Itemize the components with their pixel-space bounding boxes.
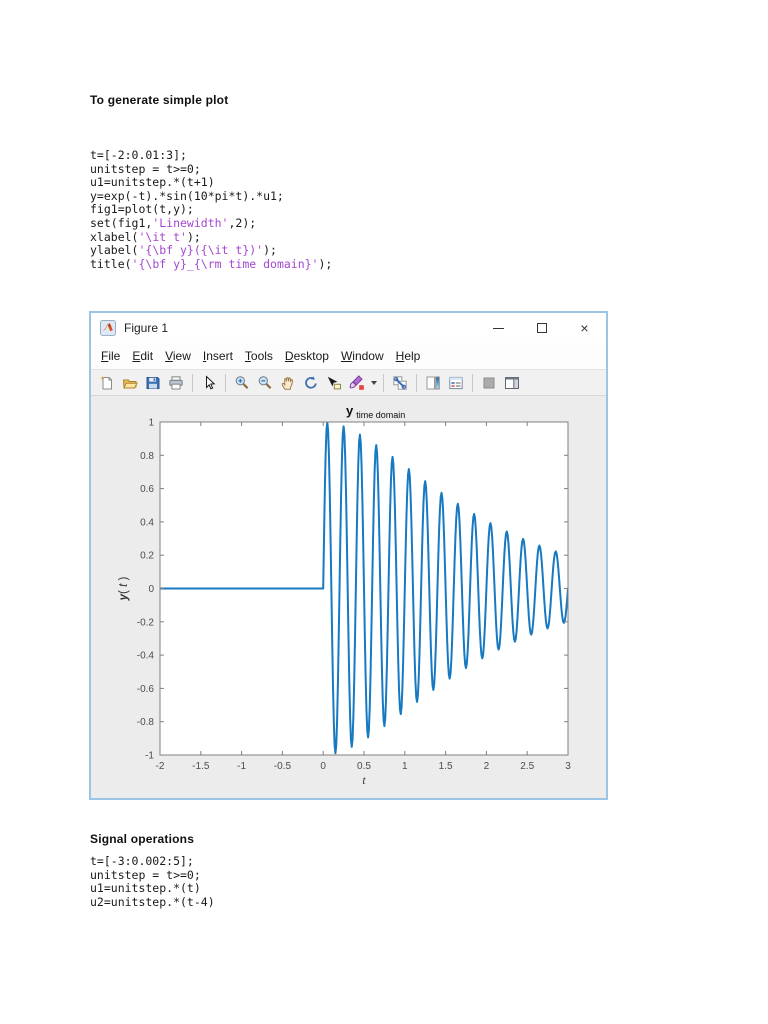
minimize-button[interactable] bbox=[477, 313, 520, 343]
menu-bar: FileEditViewInsertToolsDesktopWindowHelp bbox=[91, 343, 606, 369]
data-cursor-icon bbox=[326, 375, 342, 391]
menu-item-insert[interactable]: Insert bbox=[197, 349, 239, 363]
brush-dropdown-caret[interactable] bbox=[371, 381, 377, 385]
data-cursor-button[interactable] bbox=[324, 372, 344, 393]
svg-text:-2: -2 bbox=[156, 761, 165, 772]
maximize-button[interactable] bbox=[520, 313, 563, 343]
svg-text:0: 0 bbox=[320, 761, 326, 772]
show-plot-tools-dock-button[interactable] bbox=[502, 372, 522, 393]
toolbar-separator bbox=[383, 374, 384, 392]
svg-text:0.6: 0.6 bbox=[140, 484, 154, 495]
svg-text:2: 2 bbox=[484, 761, 490, 772]
figure-window: Figure 1 × FileEditViewInsertToolsDeskto… bbox=[89, 311, 608, 800]
show-plot-tools-dock-icon bbox=[504, 375, 520, 391]
brush-data-icon bbox=[349, 375, 365, 391]
menu-item-window[interactable]: Window bbox=[335, 349, 390, 363]
pan-icon bbox=[280, 375, 296, 391]
toolbar-separator bbox=[472, 374, 473, 392]
svg-text:3: 3 bbox=[565, 761, 571, 772]
edit-plot-icon bbox=[201, 375, 217, 391]
section2-heading: Signal operations bbox=[90, 832, 194, 846]
svg-text:-1: -1 bbox=[237, 761, 246, 772]
menu-item-view[interactable]: View bbox=[159, 349, 197, 363]
toolbar-separator bbox=[416, 374, 417, 392]
maximize-icon bbox=[537, 323, 547, 333]
svg-text:-1: -1 bbox=[145, 751, 154, 762]
window-controls: × bbox=[477, 313, 606, 343]
svg-text:-0.6: -0.6 bbox=[137, 684, 155, 695]
zoom-out-icon bbox=[257, 375, 273, 391]
svg-text:1: 1 bbox=[402, 761, 408, 772]
figure-canvas: -2 -1.5 -1 -0.5 0 0.5 1 1.5 2 2.5 3 -1 -0.8 -0.6 -0.4 -… bbox=[91, 396, 606, 798]
rotate-3d-button[interactable] bbox=[301, 372, 321, 393]
figure-titlebar: Figure 1 × bbox=[91, 313, 606, 343]
toolbar-separator bbox=[225, 374, 226, 392]
open-file-button[interactable] bbox=[120, 372, 140, 393]
svg-text:0.2: 0.2 bbox=[140, 551, 154, 562]
svg-text:1: 1 bbox=[148, 418, 154, 429]
toolbar bbox=[91, 369, 606, 396]
zoom-in-button[interactable] bbox=[232, 372, 252, 393]
figure-window-title: Figure 1 bbox=[124, 321, 477, 335]
save-figure-button[interactable] bbox=[143, 372, 163, 393]
minimize-icon bbox=[493, 328, 504, 329]
svg-text:0: 0 bbox=[148, 584, 154, 595]
menu-item-help[interactable]: Help bbox=[390, 349, 427, 363]
new-figure-button[interactable] bbox=[97, 372, 117, 393]
toolbar-separator bbox=[192, 374, 193, 392]
svg-text:y( t ): y( t ) bbox=[118, 577, 130, 602]
zoom-in-icon bbox=[234, 375, 250, 391]
pan-button[interactable] bbox=[278, 372, 298, 393]
print-figure-button[interactable] bbox=[166, 372, 186, 393]
insert-legend-icon bbox=[448, 375, 464, 391]
link-plot-icon bbox=[392, 375, 408, 391]
code-block-2: t=[-3:0.002:5];unitstep = t>=0;u1=unitst… bbox=[90, 855, 215, 909]
menu-item-tools[interactable]: Tools bbox=[239, 349, 279, 363]
save-figure-icon bbox=[145, 375, 161, 391]
svg-text:1.5: 1.5 bbox=[439, 761, 453, 772]
open-file-icon bbox=[122, 375, 138, 391]
link-plot-button[interactable] bbox=[390, 372, 410, 393]
figure-chart: -2 -1.5 -1 -0.5 0 0.5 1 1.5 2 2.5 3 -1 -0.8 -0.6 -0.4 -… bbox=[91, 396, 606, 798]
brush-data-button[interactable] bbox=[347, 372, 367, 393]
document-page: To generate simple plot t=[-2:0.01:3];un… bbox=[0, 0, 768, 1024]
menu-item-desktop[interactable]: Desktop bbox=[279, 349, 335, 363]
svg-text:-0.4: -0.4 bbox=[137, 651, 155, 662]
code-block-1: t=[-2:0.01:3];unitstep = t>=0;u1=unitste… bbox=[90, 149, 332, 271]
svg-text:0.8: 0.8 bbox=[140, 451, 154, 462]
svg-text:ytime domain: ytime domain bbox=[346, 403, 405, 420]
hide-plot-tools-icon bbox=[481, 375, 497, 391]
hide-plot-tools-button[interactable] bbox=[479, 372, 499, 393]
menu-item-file[interactable]: File bbox=[95, 349, 126, 363]
svg-text:t: t bbox=[362, 775, 366, 787]
rotate-3d-icon bbox=[303, 375, 319, 391]
insert-colorbar-icon bbox=[425, 375, 441, 391]
print-figure-icon bbox=[168, 375, 184, 391]
svg-text:0.5: 0.5 bbox=[357, 761, 371, 772]
svg-text:2.5: 2.5 bbox=[520, 761, 534, 772]
svg-text:-1.5: -1.5 bbox=[192, 761, 210, 772]
close-button[interactable]: × bbox=[563, 313, 606, 343]
insert-colorbar-button[interactable] bbox=[423, 372, 443, 393]
insert-legend-button[interactable] bbox=[446, 372, 466, 393]
svg-text:-0.8: -0.8 bbox=[137, 717, 155, 728]
new-figure-icon bbox=[99, 375, 115, 391]
matlab-icon bbox=[100, 320, 116, 336]
menu-item-edit[interactable]: Edit bbox=[126, 349, 159, 363]
zoom-out-button[interactable] bbox=[255, 372, 275, 393]
svg-text:0.4: 0.4 bbox=[140, 517, 154, 528]
svg-text:-0.2: -0.2 bbox=[137, 617, 155, 628]
edit-plot-button[interactable] bbox=[199, 372, 219, 393]
svg-text:-0.5: -0.5 bbox=[274, 761, 292, 772]
section1-heading: To generate simple plot bbox=[90, 93, 228, 107]
